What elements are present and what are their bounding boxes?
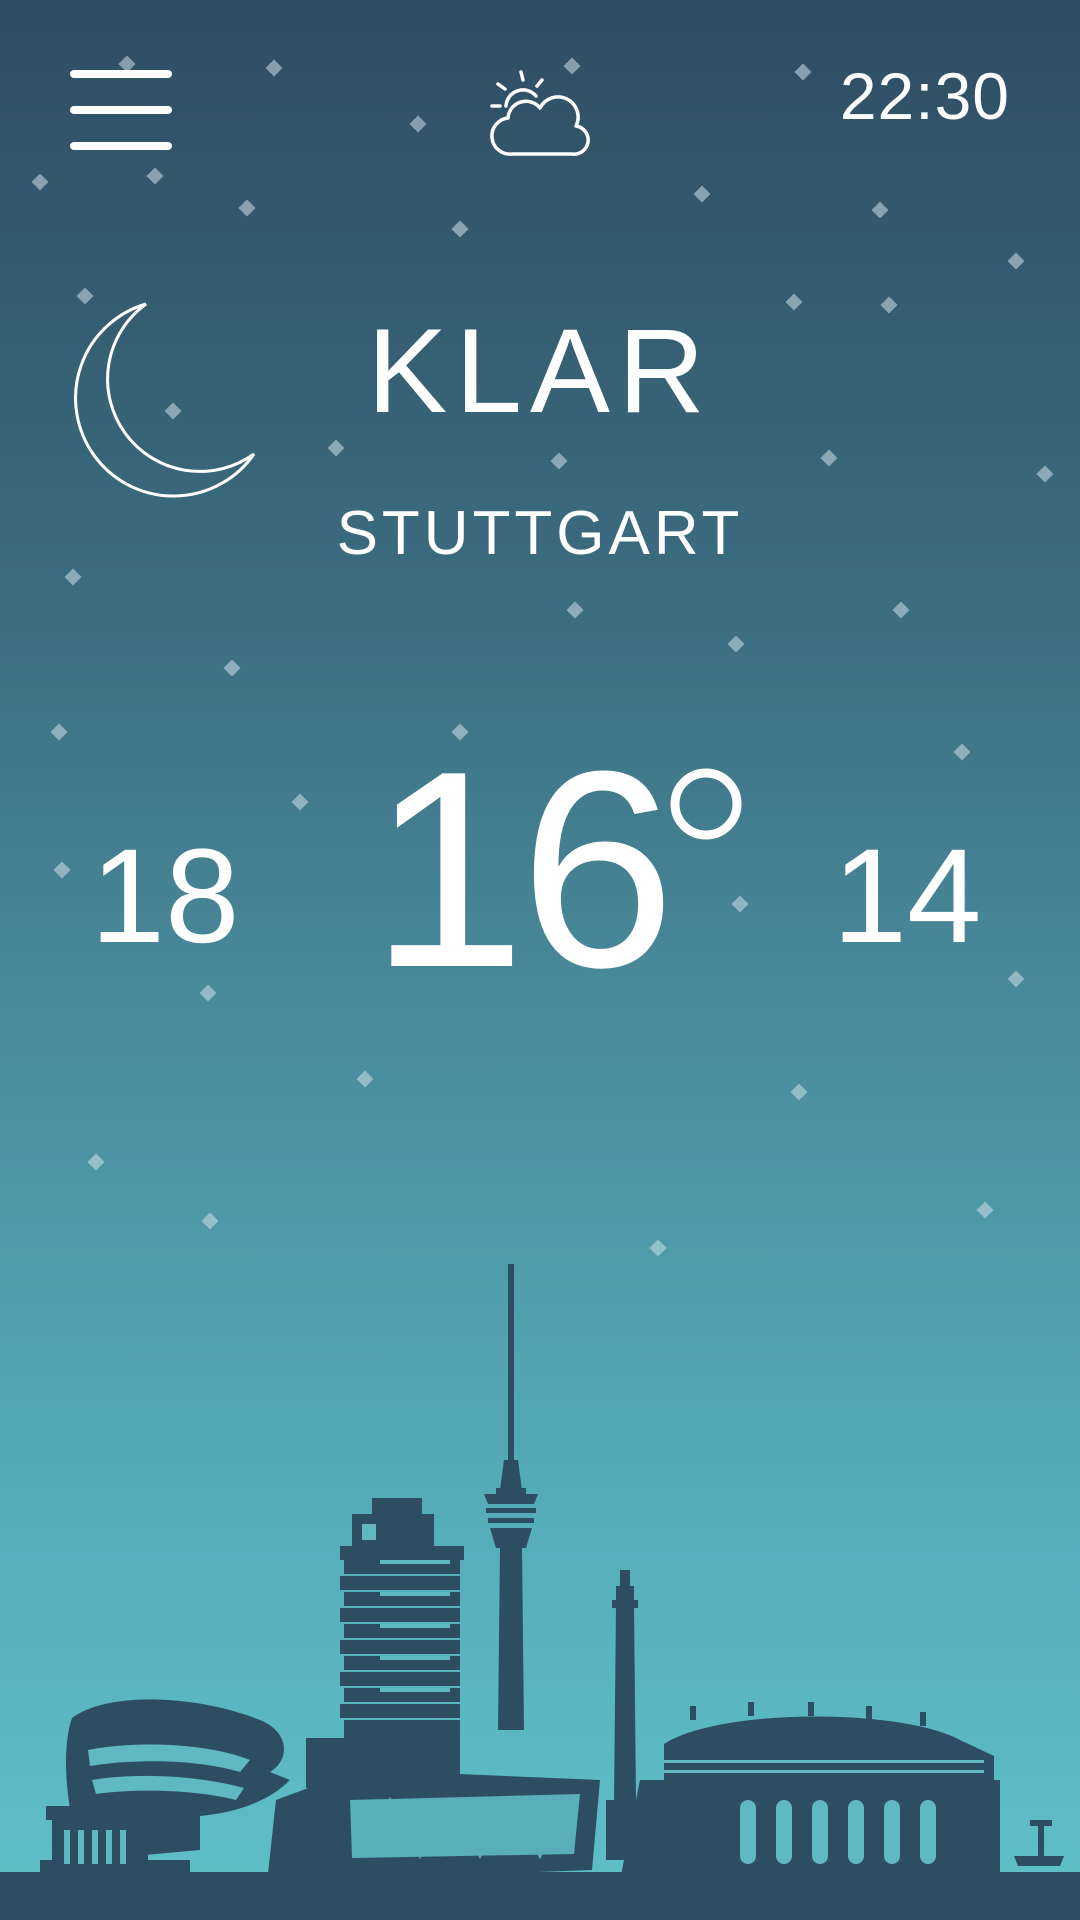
condition-label: KLAR <box>367 304 713 438</box>
temperature-low: 14 <box>832 822 982 971</box>
skyline-illustration <box>0 1264 1080 1920</box>
degree-symbol <box>670 768 742 840</box>
forecast-button[interactable] <box>484 66 594 162</box>
partly-cloudy-icon <box>490 70 590 156</box>
city-name: STUTTGART <box>336 499 744 568</box>
temperature-current: 16 <box>370 714 675 1026</box>
menu-button[interactable] <box>66 64 176 160</box>
hamburger-menu-icon <box>70 70 172 78</box>
temperature-high: 18 <box>90 822 240 971</box>
clock-time: 22:30 <box>839 59 1010 133</box>
